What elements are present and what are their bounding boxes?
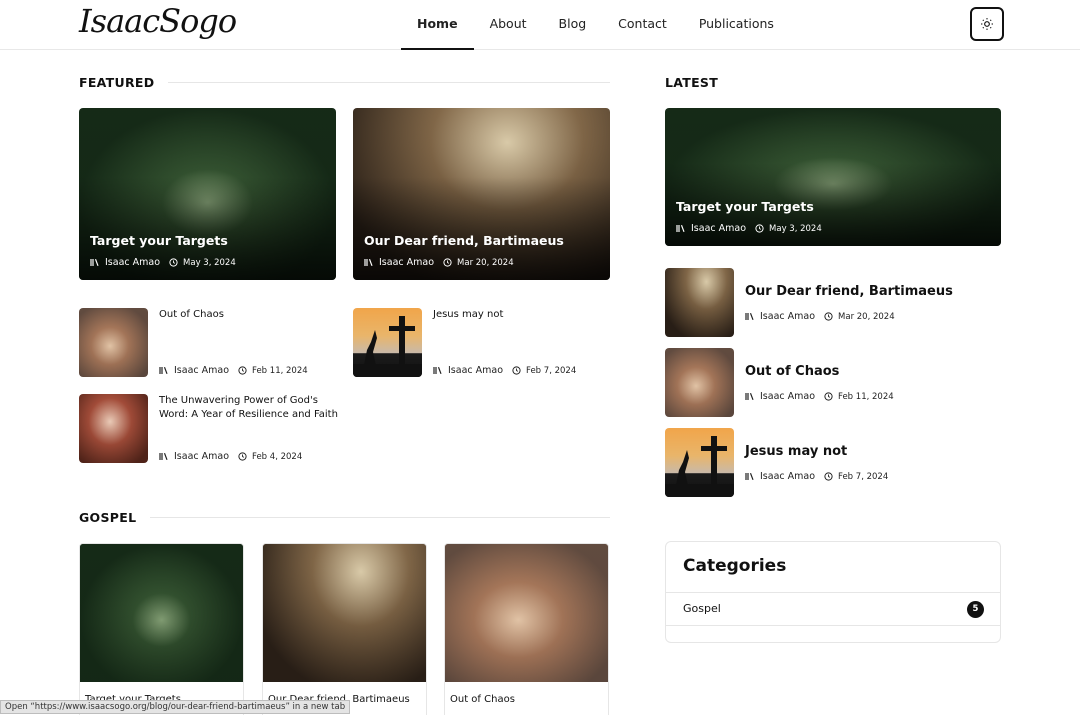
author-name[interactable]: Isaac Amao [105, 257, 160, 268]
link-status-bar: Open “https://www.isaacsogo.org/blog/our… [0, 700, 351, 714]
clock-icon [169, 258, 178, 267]
nav-blog[interactable]: Blog [543, 0, 603, 50]
clock-icon [824, 312, 833, 321]
books-icon [676, 224, 685, 233]
latest-heading: LATEST [665, 74, 719, 90]
nav-about[interactable]: About [474, 0, 543, 50]
theme-toggle-button[interactable] [970, 7, 1004, 41]
cross-silhouette-icon [353, 316, 422, 377]
latest-item-title[interactable]: Our Dear friend, Bartimaeus [745, 284, 953, 299]
category-item-gospel[interactable]: Gospel 5 [666, 592, 1000, 626]
post-date: Feb 4, 2024 [252, 451, 303, 462]
books-icon [745, 392, 754, 401]
categories-title: Categories [683, 556, 787, 576]
author-name[interactable]: Isaac Amao [760, 391, 815, 402]
post-thumbnail[interactable] [353, 308, 422, 377]
books-icon [745, 312, 754, 321]
post-thumbnail[interactable] [79, 394, 148, 463]
gospel-card-image[interactable] [263, 544, 426, 682]
latest-item-title[interactable]: Jesus may not [745, 444, 847, 459]
clock-icon [824, 472, 833, 481]
cross-silhouette-icon [665, 436, 734, 497]
author-name[interactable]: Isaac Amao [760, 471, 815, 482]
post-meta: Isaac Amao Feb 11, 2024 [159, 365, 308, 376]
post-title[interactable]: Jesus may not [433, 308, 603, 322]
author-name[interactable]: Isaac Amao [448, 365, 503, 376]
divider [150, 516, 610, 518]
site-logo[interactable]: IsaacSogo [79, 2, 237, 40]
gospel-card-image[interactable] [80, 544, 243, 682]
post-date: Feb 7, 2024 [838, 471, 889, 482]
gospel-section-header: GOSPEL [79, 509, 610, 525]
nav-contact[interactable]: Contact [602, 0, 683, 50]
clock-icon [443, 258, 452, 267]
latest-hero-card[interactable]: Target your Targets Isaac Amao May 3, 20… [665, 108, 1001, 246]
featured-card-target[interactable]: Target your Targets Isaac Amao May 3, 20… [79, 108, 336, 280]
category-count-badge: 5 [967, 601, 984, 618]
post-thumbnail[interactable] [79, 308, 148, 377]
books-icon [159, 366, 168, 375]
clock-icon [755, 224, 764, 233]
books-icon [159, 452, 168, 461]
latest-hero-meta: Isaac Amao May 3, 2024 [676, 223, 822, 234]
gospel-card[interactable]: Our Dear friend, Bartimaeus [262, 543, 427, 715]
gospel-heading: GOSPEL [79, 509, 137, 525]
post-meta: Isaac Amao Feb 4, 2024 [159, 451, 302, 462]
author-name[interactable]: Isaac Amao [691, 223, 746, 234]
post-date: Feb 11, 2024 [838, 391, 894, 402]
featured-card-bartimaeus[interactable]: Our Dear friend, Bartimaeus Isaac Amao M… [353, 108, 610, 280]
author-name[interactable]: Isaac Amao [174, 365, 229, 376]
category-name[interactable]: Gospel [683, 602, 721, 615]
books-icon [364, 258, 373, 267]
post-date: May 3, 2024 [183, 257, 236, 268]
books-icon [90, 258, 99, 267]
latest-thumbnail[interactable] [665, 348, 734, 417]
featured-card-title[interactable]: Target your Targets [90, 233, 228, 248]
latest-section-header: LATEST [665, 74, 1001, 90]
latest-item-title[interactable]: Out of Chaos [745, 364, 839, 379]
gospel-card[interactable]: Out of Chaos [444, 543, 609, 715]
post-meta: Isaac Amao Feb 7, 2024 [745, 471, 888, 482]
clock-icon [824, 392, 833, 401]
post-date: Feb 7, 2024 [526, 365, 577, 376]
clock-icon [238, 452, 247, 461]
nav-publications[interactable]: Publications [683, 0, 790, 50]
post-date: Mar 20, 2024 [838, 311, 895, 322]
latest-thumbnail[interactable] [665, 428, 734, 497]
post-meta: Isaac Amao Feb 7, 2024 [433, 365, 576, 376]
post-date: Feb 11, 2024 [252, 365, 308, 376]
nav-home[interactable]: Home [401, 0, 474, 50]
post-date: Mar 20, 2024 [457, 257, 514, 268]
latest-hero-title[interactable]: Target your Targets [676, 199, 814, 214]
books-icon [745, 472, 754, 481]
post-meta: Isaac Amao Feb 11, 2024 [745, 391, 894, 402]
post-title[interactable]: The Unwavering Power of God's Word: A Ye… [159, 394, 339, 422]
featured-heading: FEATURED [79, 74, 155, 90]
sun-icon [981, 18, 993, 30]
author-name[interactable]: Isaac Amao [379, 257, 434, 268]
gospel-card-title[interactable]: Out of Chaos [450, 694, 515, 705]
clock-icon [512, 366, 521, 375]
divider [168, 81, 610, 83]
gospel-card-image[interactable] [445, 544, 608, 682]
latest-thumbnail[interactable] [665, 268, 734, 337]
author-name[interactable]: Isaac Amao [174, 451, 229, 462]
post-title[interactable]: Out of Chaos [159, 308, 339, 322]
featured-section-header: FEATURED [79, 74, 610, 90]
author-name[interactable]: Isaac Amao [760, 311, 815, 322]
clock-icon [238, 366, 247, 375]
featured-card-meta: Isaac Amao May 3, 2024 [90, 257, 236, 268]
featured-card-title[interactable]: Our Dear friend, Bartimaeus [364, 233, 564, 248]
gospel-card[interactable]: Target your Targets [79, 543, 244, 715]
post-date: May 3, 2024 [769, 223, 822, 234]
categories-widget: Categories Gospel 5 [665, 541, 1001, 643]
books-icon [433, 366, 442, 375]
featured-card-meta: Isaac Amao Mar 20, 2024 [364, 257, 514, 268]
post-meta: Isaac Amao Mar 20, 2024 [745, 311, 895, 322]
site-header: IsaacSogo Home About Blog Contact Public… [0, 0, 1080, 50]
main-nav: Home About Blog Contact Publications [401, 0, 790, 50]
